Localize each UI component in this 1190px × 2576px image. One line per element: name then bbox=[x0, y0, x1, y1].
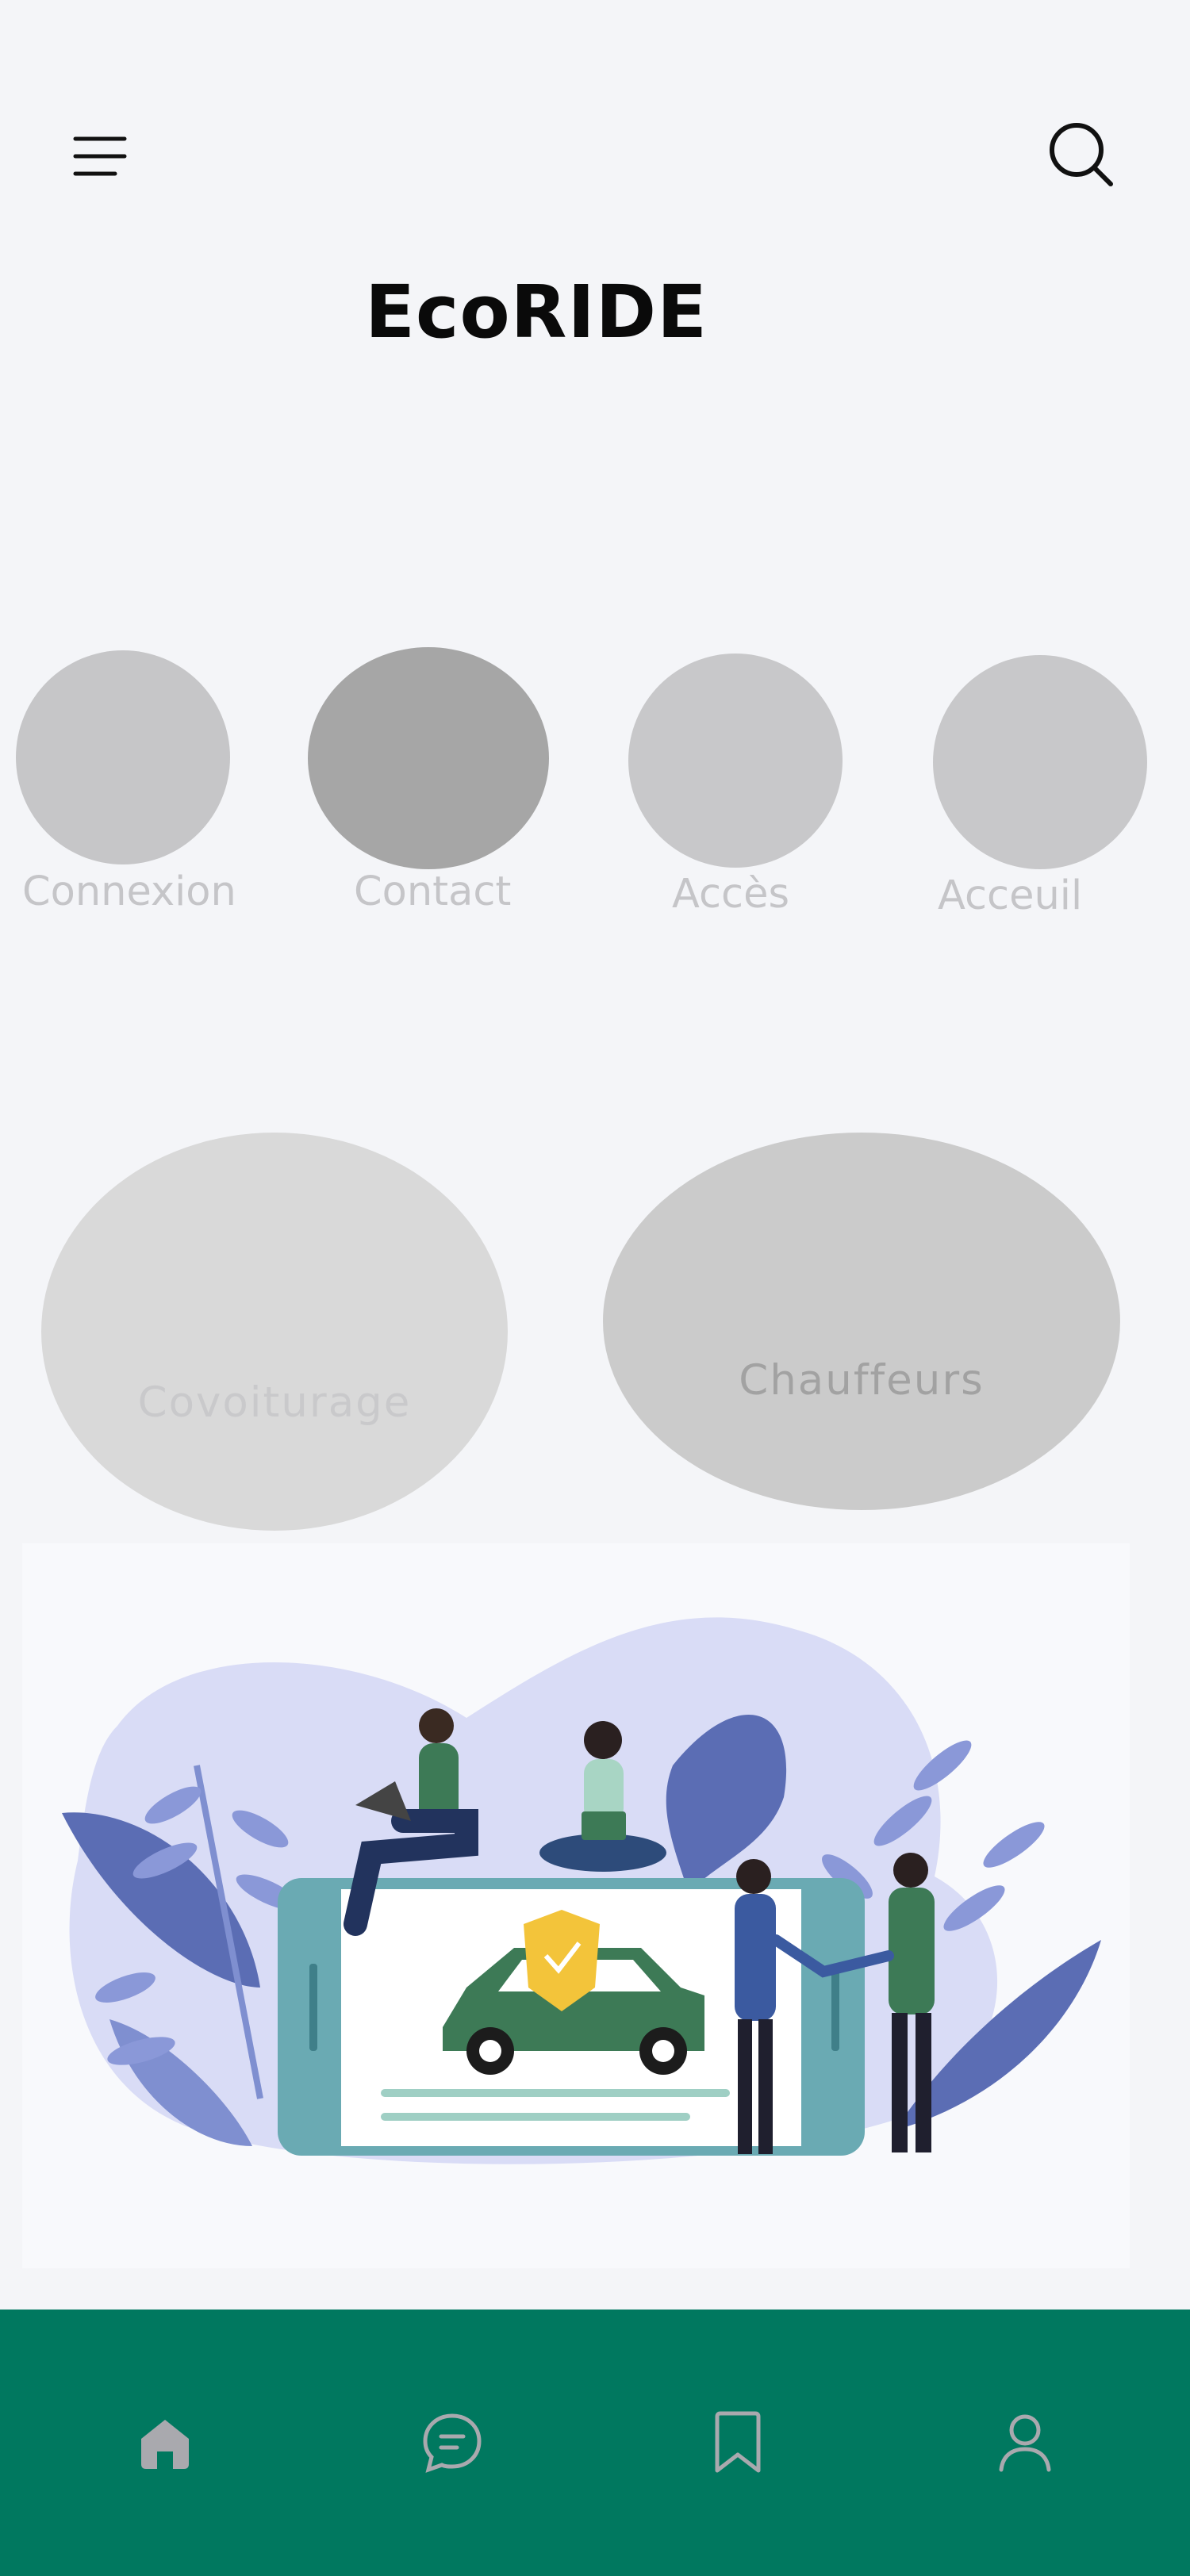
hamburger-menu-icon bbox=[73, 136, 127, 176]
covoiturage-button[interactable]: Covoiturage bbox=[41, 1133, 508, 1531]
connexion-circle bbox=[16, 650, 230, 864]
app-title: EcoRIDE bbox=[365, 270, 708, 355]
tab-bookmarks[interactable] bbox=[666, 2310, 809, 2576]
bottom-navigation-bar bbox=[0, 2310, 1190, 2576]
chauffeurs-button[interactable]: Chauffeurs bbox=[603, 1133, 1120, 1510]
acceuil-circle bbox=[933, 655, 1147, 869]
acces-circle bbox=[628, 654, 843, 868]
tab-messages[interactable] bbox=[381, 2310, 524, 2576]
nav-label-contact: Contact bbox=[354, 868, 512, 915]
nav-label-connexion: Connexion bbox=[22, 868, 236, 915]
nav-item-acceuil[interactable]: Acceuil bbox=[920, 634, 1174, 936]
nav-item-contact[interactable]: Contact bbox=[294, 634, 563, 936]
home-icon bbox=[141, 2420, 189, 2469]
carpool-illustration bbox=[22, 1543, 1130, 2268]
nav-item-acces[interactable]: Accès bbox=[611, 634, 865, 936]
covoiturage-label: Covoiturage bbox=[137, 1378, 412, 1427]
nav-label-acces: Accès bbox=[672, 871, 790, 918]
nav-item-connexion[interactable]: Connexion bbox=[0, 634, 254, 936]
chat-icon bbox=[423, 2413, 482, 2473]
search-icon bbox=[1050, 123, 1113, 186]
search-button[interactable] bbox=[1038, 111, 1125, 198]
profile-icon bbox=[999, 2414, 1051, 2472]
chauffeurs-label: Chauffeurs bbox=[739, 1356, 985, 1405]
tab-home[interactable] bbox=[94, 2310, 236, 2576]
tab-profile[interactable] bbox=[954, 2310, 1096, 2576]
menu-button[interactable] bbox=[57, 113, 144, 200]
bookmark-icon bbox=[715, 2411, 761, 2473]
nav-label-acceuil: Acceuil bbox=[938, 872, 1083, 919]
contact-circle bbox=[308, 647, 549, 869]
